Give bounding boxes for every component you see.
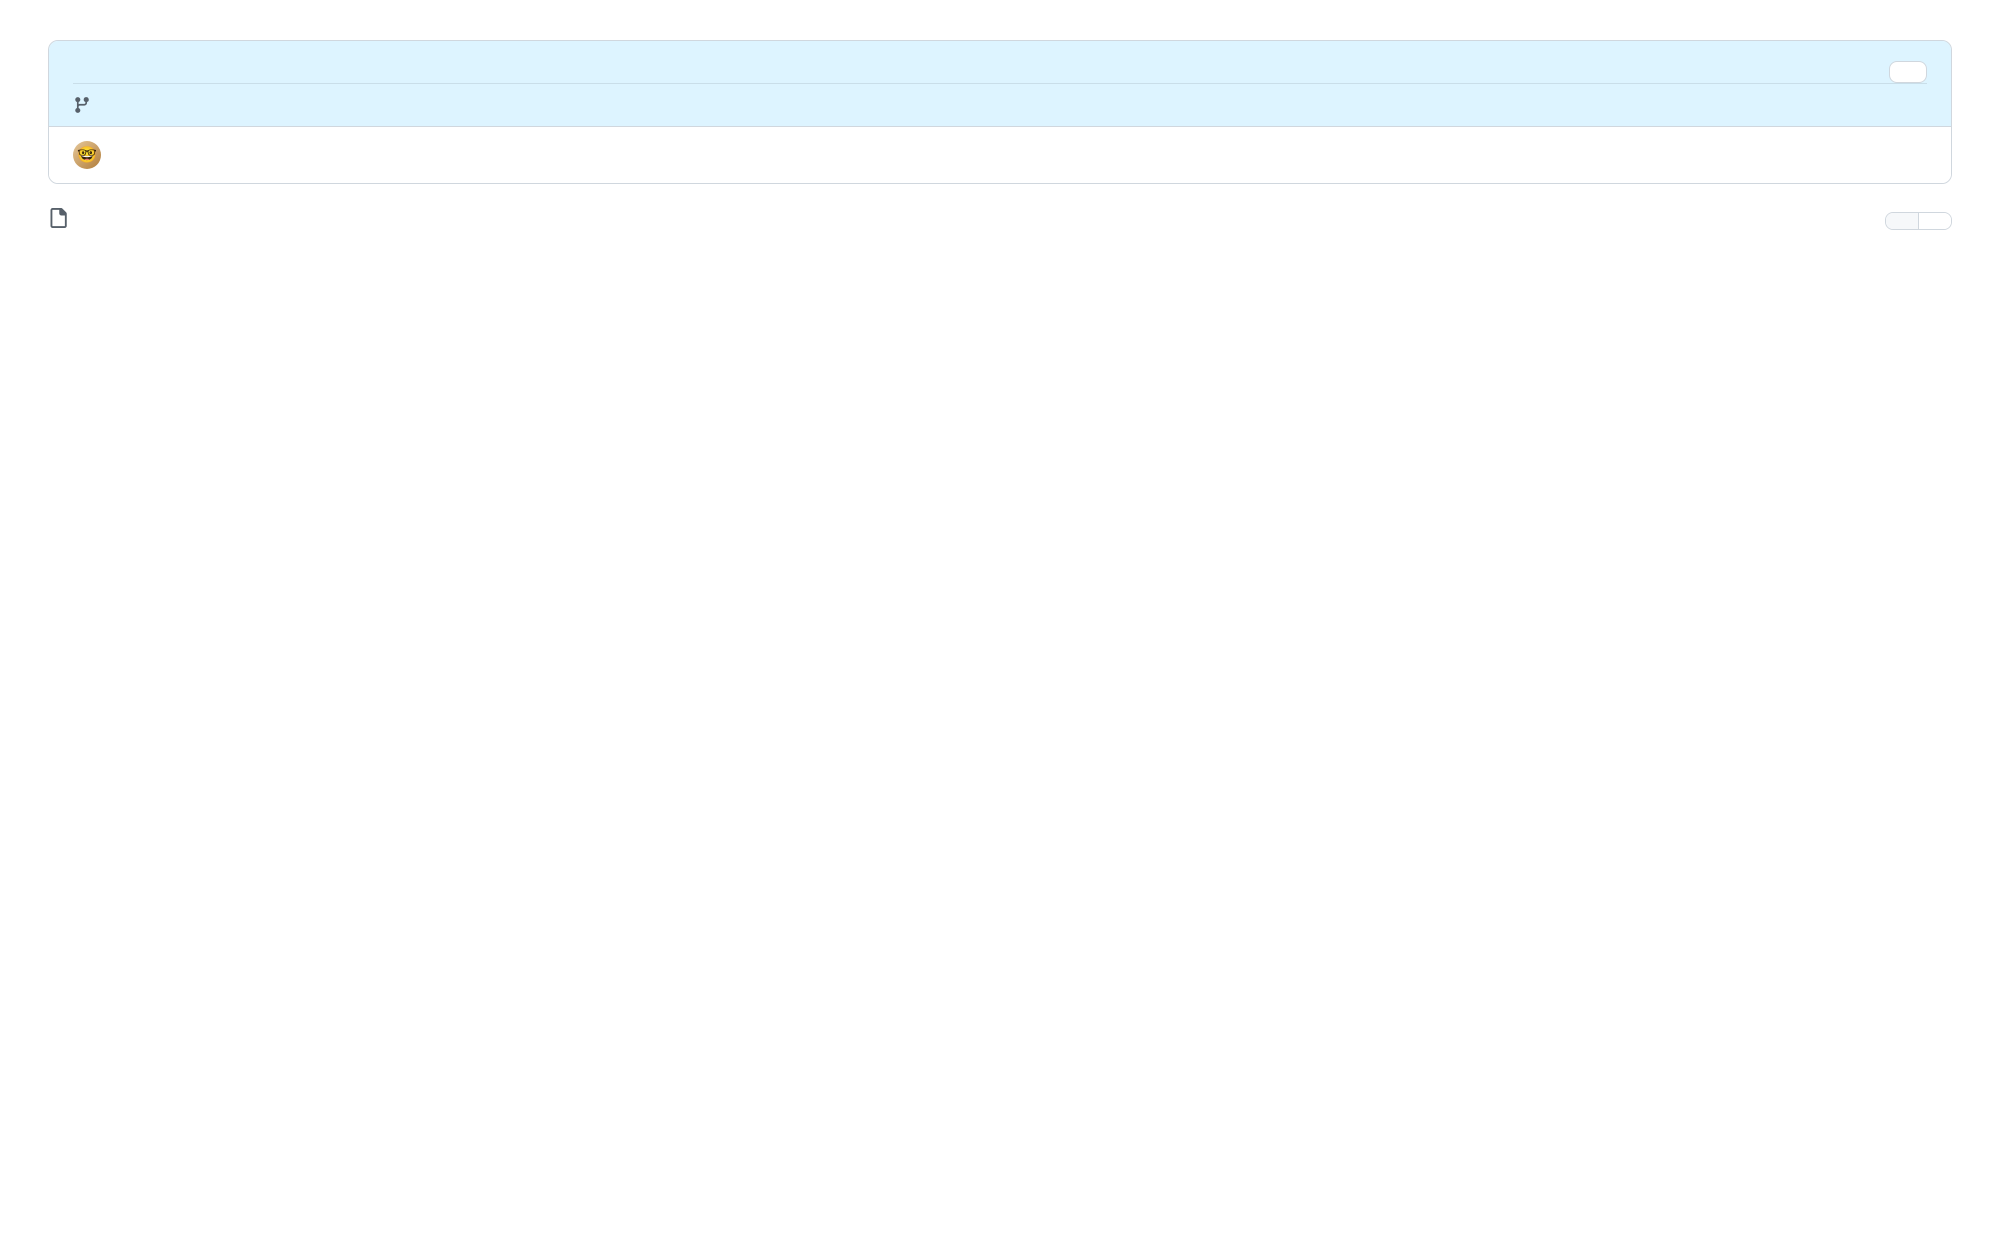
avatar[interactable]: 🤓 <box>73 141 101 169</box>
commit-header-box: 🤓 <box>48 40 1952 184</box>
unified-view-button[interactable] <box>1886 213 1918 229</box>
browse-files-button[interactable] <box>1889 61 1927 83</box>
split-view-button[interactable] <box>1918 213 1951 229</box>
diff-summary-row <box>48 208 1952 233</box>
diff-view-toggle <box>1885 212 1952 230</box>
file-diff-icon <box>48 208 68 233</box>
git-branch-icon <box>73 96 91 114</box>
commit-meta-row: 🤓 <box>49 127 1951 183</box>
branch-row <box>73 83 1927 126</box>
commit-header <box>49 41 1951 127</box>
